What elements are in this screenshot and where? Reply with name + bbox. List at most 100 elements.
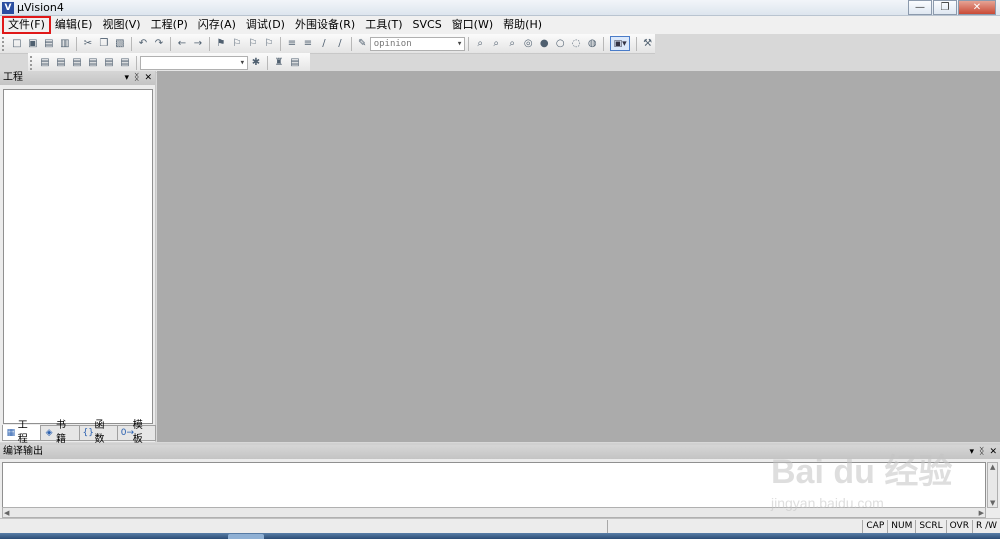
taskbar-app-button[interactable] xyxy=(228,534,264,539)
tab-0[interactable]: ▦ 工程 xyxy=(2,420,42,445)
project-tree[interactable] xyxy=(3,89,153,424)
build-icon[interactable]: ▤ xyxy=(55,57,67,69)
stop-build-icon[interactable]: ▤ xyxy=(103,57,115,69)
close-button[interactable]: ✕ xyxy=(958,0,996,15)
bookmark-next-icon[interactable]: ⚐ xyxy=(247,38,259,50)
save-all-icon[interactable]: ▥ xyxy=(59,38,71,50)
project-panel-tabs: ▦ 工程 ◈ 书籍{} 函数 0→ 模板 xyxy=(2,420,156,445)
panel-pin-icon[interactable]: ᛝ xyxy=(979,445,984,459)
redo-icon[interactable]: ↷ xyxy=(153,38,165,50)
panel-menu-icon[interactable]: ▾ xyxy=(970,445,975,459)
menu-item-6[interactable]: 外围设备(R) xyxy=(290,17,360,33)
breakpoint-kill-all-icon[interactable]: ◍ xyxy=(586,38,598,50)
os-taskbar xyxy=(0,533,1000,539)
nav-back-icon[interactable]: ← xyxy=(176,38,188,50)
breakpoint-icon[interactable]: ● xyxy=(538,38,550,50)
maximize-button[interactable]: ❐ xyxy=(933,0,957,15)
find-icon[interactable]: ⌕ xyxy=(490,38,502,50)
functions-tab-icon: {} xyxy=(82,428,94,438)
bookmark-clear-icon[interactable]: ⚐ xyxy=(263,38,275,50)
toolbar-separator xyxy=(136,55,137,70)
undo-icon[interactable]: ↶ xyxy=(137,38,149,50)
build-toolbar: ▤ ▤ ▤ ▤ ▤ ▤ ✱ ♜ ▤ xyxy=(28,53,310,73)
scroll-right-icon[interactable]: ▶ xyxy=(979,509,984,517)
build-output-title: 编译输出 xyxy=(3,446,43,457)
status-bar: CAP NUM SCRL OVR R /W xyxy=(0,518,1000,533)
save-icon[interactable]: ▤ xyxy=(43,38,55,50)
tab-2[interactable]: {} 函数 xyxy=(78,420,118,445)
build-output-header: 编译输出 ▾ ᛝ ✕ xyxy=(0,445,1000,459)
new-file-icon[interactable]: □ xyxy=(11,38,23,50)
menu-item-1[interactable]: 编辑(E) xyxy=(50,17,98,33)
toolbar-grip[interactable] xyxy=(30,55,33,70)
project-panel: 工程 ▾ ᛝ ✕ ▦ 工程 ◈ 书籍{} 函数 0→ 模板 xyxy=(0,71,156,445)
toolbar-separator xyxy=(468,36,470,51)
manage-components-icon[interactable]: ▤ xyxy=(289,57,301,69)
configure-icon[interactable]: ⚒ xyxy=(642,38,653,50)
find-combo[interactable]: opinion xyxy=(369,36,466,51)
translate-icon[interactable]: ▤ xyxy=(39,57,51,69)
build-output-text[interactable] xyxy=(2,462,986,508)
menu-item-10[interactable]: 帮助(H) xyxy=(498,17,547,33)
find-in-files-icon[interactable]: ⌕ xyxy=(474,38,486,50)
paste-icon[interactable]: ▧ xyxy=(114,38,126,50)
file-extensions-icon[interactable]: ♜ xyxy=(273,57,285,69)
scroll-left-icon[interactable]: ◀ xyxy=(4,509,9,517)
menu-item-0[interactable]: 文件(F) xyxy=(2,16,51,34)
uncomment-icon[interactable]: / xyxy=(334,38,346,50)
windows-dropdown-button[interactable]: ▣▾ xyxy=(610,36,631,51)
books-tab-icon: ◈ xyxy=(45,428,53,438)
toolbar-separator xyxy=(267,55,268,70)
breakpoint-disable-all-icon[interactable]: ◌ xyxy=(570,38,582,50)
menu-item-7[interactable]: 工具(T) xyxy=(360,17,407,33)
panel-menu-icon[interactable]: ▾ xyxy=(125,71,130,85)
toolbar-grip[interactable] xyxy=(2,36,5,51)
open-file-icon[interactable]: ▣ xyxy=(27,38,39,50)
rebuild-icon[interactable]: ▤ xyxy=(71,57,83,69)
window-controls: — ❐ ✕ xyxy=(907,0,996,15)
toolbar-separator xyxy=(279,36,281,51)
indent-icon[interactable]: ≡ xyxy=(286,38,298,50)
panel-close-icon[interactable]: ✕ xyxy=(989,445,997,459)
toolbar-separator xyxy=(636,36,638,51)
toolbar-separator xyxy=(603,36,605,51)
bookmark-prev-icon[interactable]: ⚐ xyxy=(231,38,243,50)
menu-item-4[interactable]: 闪存(A) xyxy=(193,17,241,33)
tab-3[interactable]: 0→ 模板 xyxy=(116,420,156,445)
editor-workspace[interactable] xyxy=(157,71,1000,442)
copy-icon[interactable]: ❐ xyxy=(98,38,110,50)
title-bar: V μVision4 — ❐ ✕ xyxy=(0,0,1000,16)
status-cell: NUM xyxy=(887,520,915,533)
menu-item-2[interactable]: 视图(V) xyxy=(97,17,145,33)
scroll-up-icon[interactable]: ▲ xyxy=(990,463,995,471)
status-cell: OVR xyxy=(945,520,972,533)
tab-1[interactable]: ◈ 书籍 xyxy=(40,420,80,445)
toolbar-separator xyxy=(169,36,171,51)
cut-icon[interactable]: ✂ xyxy=(82,38,94,50)
panel-close-icon[interactable]: ✕ xyxy=(144,71,152,85)
vertical-scrollbar[interactable]: ▲ ▼ xyxy=(987,462,998,508)
unindent-icon[interactable]: ≡ xyxy=(302,38,314,50)
menu-item-8[interactable]: SVCS xyxy=(408,17,447,33)
target-combo[interactable] xyxy=(140,55,248,70)
menu-item-9[interactable]: 窗口(W) xyxy=(447,17,498,33)
batch-build-icon[interactable]: ▤ xyxy=(87,57,99,69)
menu-item-5[interactable]: 调试(D) xyxy=(241,17,290,33)
build-output-panel: 编译输出 ▾ ᛝ ✕ ▲ ▼ ◀ ▶ xyxy=(0,443,1000,518)
download-icon[interactable]: ▤ xyxy=(119,57,131,69)
target-options-icon[interactable]: ✱ xyxy=(250,57,262,69)
horizontal-scrollbar[interactable]: ◀ ▶ xyxy=(2,507,986,518)
scroll-down-icon[interactable]: ▼ xyxy=(990,499,995,507)
status-cell: R /W xyxy=(971,520,1000,533)
debug-icon[interactable]: ◎ xyxy=(522,38,534,50)
comment-icon[interactable]: / xyxy=(318,38,330,50)
menu-item-3[interactable]: 工程(P) xyxy=(146,17,193,33)
panel-pin-icon[interactable]: ᛝ xyxy=(134,71,139,85)
incremental-find-icon[interactable]: ⌕ xyxy=(506,38,518,50)
toolbar-separator xyxy=(208,36,210,51)
nav-forward-icon[interactable]: → xyxy=(192,38,204,50)
find-combo-icon[interactable]: ✎ xyxy=(357,38,368,50)
breakpoint-disable-icon[interactable]: ○ xyxy=(554,38,566,50)
minimize-button[interactable]: — xyxy=(908,0,932,15)
bookmark-toggle-icon[interactable]: ⚑ xyxy=(215,38,227,50)
